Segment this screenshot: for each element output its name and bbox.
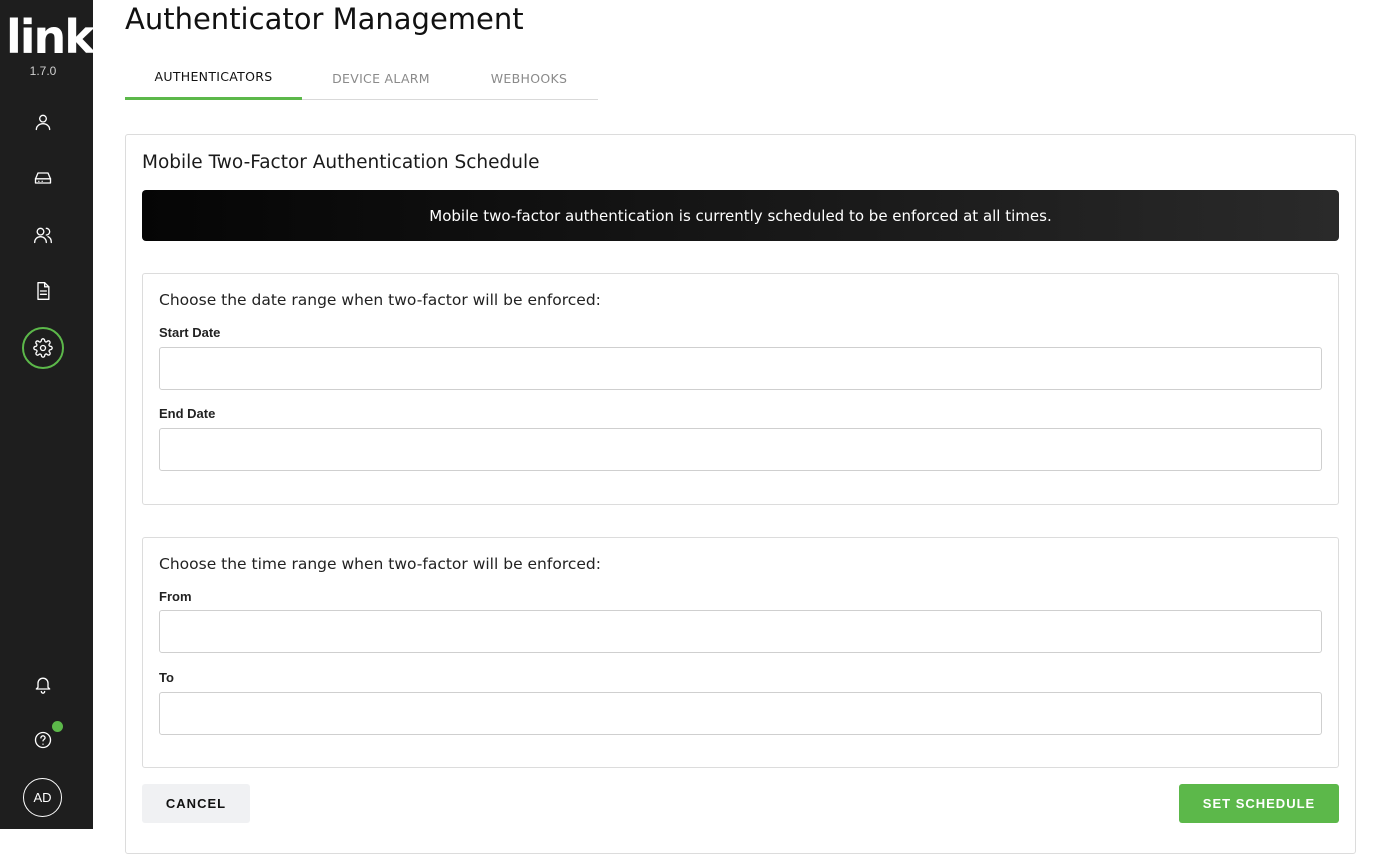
from-time-input[interactable] [159,610,1322,653]
tab-bar: AUTHENTICATORS DEVICE ALARM WEBHOOKS [125,56,598,100]
app-version: 1.7.0 [29,64,57,78]
device-drive-icon [34,172,52,184]
help-icon [34,731,52,749]
users-icon [34,227,52,244]
gear-icon [33,338,53,358]
bell-icon [35,677,51,694]
to-time-label: To [159,670,174,685]
sidebar-item-devices[interactable] [22,157,64,199]
start-date-label: Start Date [159,325,221,340]
app-logo[interactable]: link [6,14,95,60]
tab-authenticators[interactable]: AUTHENTICATORS [125,56,302,100]
set-schedule-button[interactable]: SET SCHEDULE [1179,784,1339,823]
start-date-input[interactable] [159,347,1322,390]
tab-device-alarm[interactable]: DEVICE ALARM [302,56,460,100]
document-icon [37,282,50,300]
user-icon [35,114,51,131]
sidebar-item-reports[interactable] [22,270,64,312]
status-indicator [52,721,63,732]
sidebar-item-groups[interactable] [22,214,64,256]
cancel-button[interactable]: CANCEL [142,784,250,823]
tab-webhooks[interactable]: WEBHOOKS [460,56,598,100]
to-time-input[interactable] [159,692,1322,735]
user-avatar[interactable]: AD [23,778,62,817]
date-range-title: Choose the date range when two-factor wi… [159,291,601,309]
from-time-label: From [159,589,192,604]
time-range-group: Choose the time range when two-factor wi… [142,537,1339,768]
schedule-card: Mobile Two-Factor Authentication Schedul… [125,134,1356,854]
end-date-input[interactable] [159,428,1322,471]
time-range-title: Choose the time range when two-factor wi… [159,555,601,573]
sidebar-item-users-profile[interactable] [22,101,64,143]
schedule-title: Mobile Two-Factor Authentication Schedul… [142,152,540,173]
end-date-label: End Date [159,406,216,421]
date-range-group: Choose the date range when two-factor wi… [142,273,1339,505]
sidebar: link 1.7.0 AD [0,0,95,829]
schedule-status-banner: Mobile two-factor authentication is curr… [142,190,1339,241]
sidebar-item-settings[interactable] [22,327,64,369]
page-title: Authenticator Management [125,2,524,36]
notifications-button[interactable] [22,663,64,705]
